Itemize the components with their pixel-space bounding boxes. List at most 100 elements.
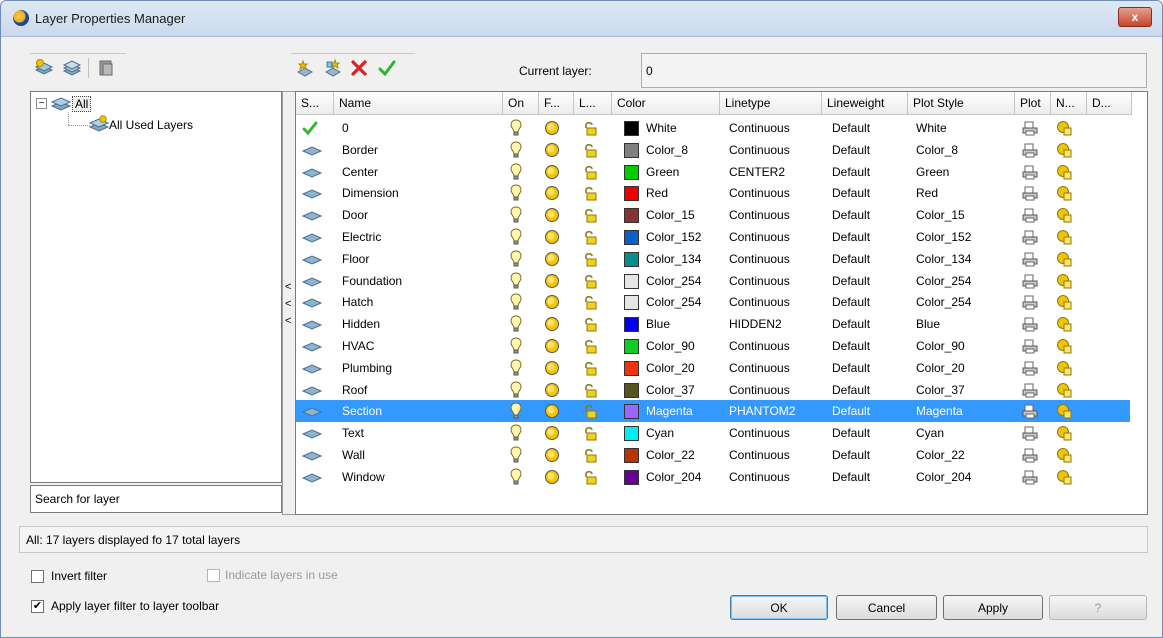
lightbulb-icon[interactable] (510, 357, 522, 379)
printer-icon[interactable] (1022, 161, 1038, 183)
padlock-icon[interactable] (582, 422, 598, 444)
layer-color[interactable]: Red (646, 182, 668, 204)
sun-freeze-icon[interactable] (544, 400, 560, 422)
printer-icon[interactable] (1022, 335, 1038, 357)
lightbulb-icon[interactable] (510, 270, 522, 292)
layer-lineweight[interactable]: Default (832, 270, 870, 292)
layer-name[interactable]: Hidden (342, 313, 380, 335)
printer-icon[interactable] (1022, 117, 1038, 139)
layer-lineweight[interactable]: Default (832, 226, 870, 248)
layer-row-dimension[interactable]: Dimension Red Continuous Default Red (296, 182, 1130, 204)
color-swatch[interactable] (624, 317, 639, 333)
layer-name[interactable]: HVAC (342, 335, 374, 357)
apply-button[interactable]: Apply (943, 595, 1043, 620)
padlock-icon[interactable] (582, 270, 598, 292)
layer-linetype[interactable]: Continuous (729, 226, 790, 248)
layer-plot-style[interactable]: Color_20 (916, 357, 965, 379)
apply-filter-checkbox[interactable]: ✔ (31, 600, 44, 613)
column-header-on[interactable]: On (503, 92, 539, 115)
new-group-filter-icon[interactable] (62, 58, 82, 78)
color-swatch[interactable] (624, 230, 639, 245)
padlock-icon[interactable] (582, 357, 598, 379)
layer-name[interactable]: 0 (342, 117, 349, 139)
layer-color[interactable]: Color_8 (646, 139, 688, 161)
lightbulb-icon[interactable] (510, 291, 522, 313)
sun-freeze-icon[interactable] (544, 182, 560, 204)
new-property-filter-icon[interactable] (34, 58, 54, 78)
new-layer-vp-frozen-icon[interactable] (323, 58, 343, 78)
layer-row-hidden[interactable]: Hidden Blue HIDDEN2 Default Blue (296, 313, 1130, 335)
layer-lineweight[interactable]: Default (832, 139, 870, 161)
new-vp-freeze-icon[interactable] (1056, 313, 1072, 335)
layer-name[interactable]: Hatch (342, 291, 373, 313)
layer-name[interactable]: Roof (342, 379, 367, 401)
color-swatch[interactable] (624, 339, 639, 354)
layer-linetype[interactable]: Continuous (729, 379, 790, 401)
padlock-icon[interactable] (582, 248, 598, 270)
column-header-freeze[interactable]: F... (539, 92, 574, 115)
layer-color[interactable]: Magenta (646, 400, 693, 422)
layer-lineweight[interactable]: Default (832, 204, 870, 226)
layer-name[interactable]: Floor (342, 248, 369, 270)
padlock-icon[interactable] (582, 313, 598, 335)
layer-linetype[interactable]: HIDDEN2 (729, 313, 782, 335)
sun-freeze-icon[interactable] (544, 291, 560, 313)
new-vp-freeze-icon[interactable] (1056, 182, 1072, 204)
new-vp-freeze-icon[interactable] (1056, 422, 1072, 444)
color-swatch[interactable] (624, 404, 639, 420)
search-input[interactable]: Search for layer (30, 485, 282, 513)
column-header-plot[interactable]: Plot (1015, 92, 1051, 115)
layer-plot-style[interactable]: Magenta (916, 400, 963, 422)
layer-name[interactable]: Border (342, 139, 378, 161)
padlock-icon[interactable] (582, 182, 598, 204)
printer-icon[interactable] (1022, 226, 1038, 248)
color-swatch[interactable] (624, 142, 639, 158)
layer-linetype[interactable]: PHANTOM2 (729, 400, 795, 422)
delete-layer-icon[interactable] (349, 58, 369, 78)
column-header-lock[interactable]: L... (574, 92, 612, 115)
sun-freeze-icon[interactable] (544, 226, 560, 248)
lightbulb-icon[interactable] (510, 117, 522, 139)
padlock-icon[interactable] (582, 444, 598, 466)
title-bar[interactable]: Layer Properties Manager x (1, 1, 1162, 37)
layer-row-hvac[interactable]: HVAC Color_90 Continuous Default Color_90 (296, 335, 1130, 357)
sun-freeze-icon[interactable] (544, 248, 560, 270)
column-header-new-vp-freeze[interactable]: N... (1051, 92, 1087, 115)
lightbulb-icon[interactable] (510, 422, 522, 444)
layer-color[interactable]: Color_152 (646, 226, 701, 248)
layer-states-icon[interactable] (96, 58, 116, 78)
indicate-layers-in-use-checkbox[interactable] (207, 569, 220, 582)
lightbulb-icon[interactable] (510, 182, 522, 204)
color-swatch[interactable] (624, 469, 639, 485)
lightbulb-icon[interactable] (510, 204, 522, 226)
layer-color[interactable]: Color_20 (646, 357, 695, 379)
layer-lineweight[interactable]: Default (832, 182, 870, 204)
new-vp-freeze-icon[interactable] (1056, 335, 1072, 357)
layer-row-roof[interactable]: Roof Color_37 Continuous Default Color_37 (296, 379, 1130, 401)
printer-icon[interactable] (1022, 204, 1038, 226)
layer-lineweight[interactable]: Default (832, 422, 870, 444)
layer-plot-style[interactable]: White (916, 117, 947, 139)
layer-plot-style[interactable]: Green (916, 161, 949, 183)
layer-color[interactable]: Color_134 (646, 248, 701, 270)
new-vp-freeze-icon[interactable] (1056, 117, 1072, 139)
new-vp-freeze-icon[interactable] (1056, 248, 1072, 270)
color-swatch[interactable] (624, 360, 639, 376)
color-swatch[interactable] (624, 208, 639, 224)
new-vp-freeze-icon[interactable] (1056, 291, 1072, 313)
layer-row-foundation[interactable]: Foundation Color_254 Continuous Default Colo… (296, 270, 1130, 292)
padlock-icon[interactable] (582, 226, 598, 248)
layer-row-plumbing[interactable]: Plumbing Color_20 Continuous Default Color_2… (296, 357, 1130, 379)
color-swatch[interactable] (624, 448, 639, 463)
layer-lineweight[interactable]: Default (832, 466, 870, 488)
printer-icon[interactable] (1022, 182, 1038, 204)
printer-icon[interactable] (1022, 444, 1038, 466)
lightbulb-icon[interactable] (510, 444, 522, 466)
layer-row-text[interactable]: Text Cyan Continuous Default Cyan (296, 422, 1130, 444)
padlock-icon[interactable] (582, 139, 598, 161)
layer-lineweight[interactable]: Default (832, 248, 870, 270)
sun-freeze-icon[interactable] (544, 357, 560, 379)
tree-node-all[interactable]: All (72, 96, 92, 112)
layer-name[interactable]: Foundation (342, 270, 402, 292)
sun-freeze-icon[interactable] (544, 335, 560, 357)
